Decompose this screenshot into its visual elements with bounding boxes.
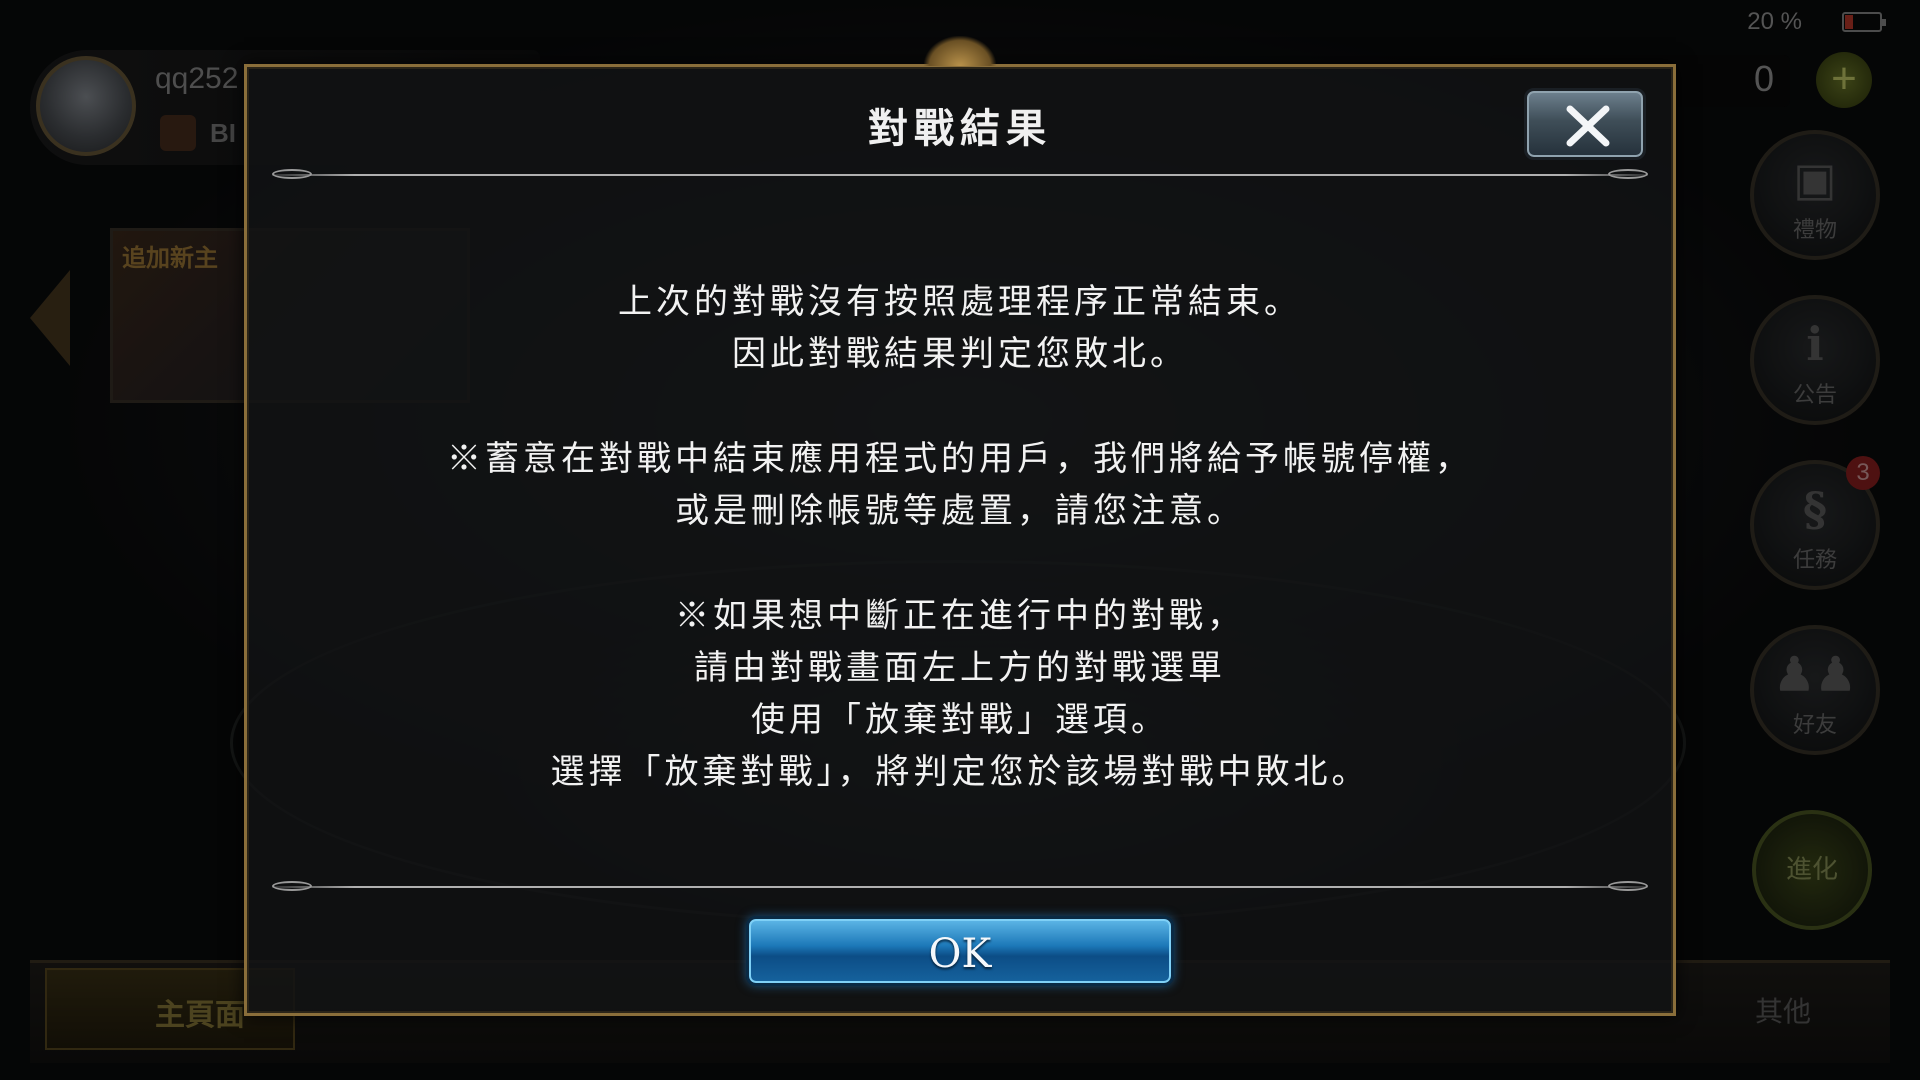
message-line-4: 或是刪除帳號等處置，請您注意。 [675,491,1245,531]
close-button[interactable] [1524,88,1646,160]
dialog-top-ornament [924,36,996,66]
message-line-3: ※蓄意在對戰中結束應用程式的用戶，我們將給予帳號停權， [447,439,1473,479]
battle-result-dialog [244,64,1676,1016]
close-icon [1566,105,1610,147]
bottom-divider [272,881,1648,891]
message-line-8: 選擇「放棄對戰」，將判定您於該場對戰中敗北。 [550,752,1370,792]
top-divider [272,169,1648,179]
message-line-7: 使用「放棄對戰」選項。 [751,700,1169,740]
message-line-6: 請由對戰畫面左上方的對戰選單 [694,648,1226,688]
game-screen: 20 % qq252 BI 0 + 追加新主 ▣ 禮物 i 公告 § 任務 3 … [0,0,1920,1080]
ok-button[interactable]: OK [746,916,1174,986]
message-line-1: 上次的對戰沒有按照處理程序正常結束。 [618,282,1302,322]
ok-label: OK [928,931,992,977]
message-line-2: 因此對戰結果判定您敗北。 [732,334,1188,374]
message-line-5: ※如果想中斷正在進行中的對戰， [675,596,1245,636]
dialog-title: 對戰結果 [868,105,1052,152]
